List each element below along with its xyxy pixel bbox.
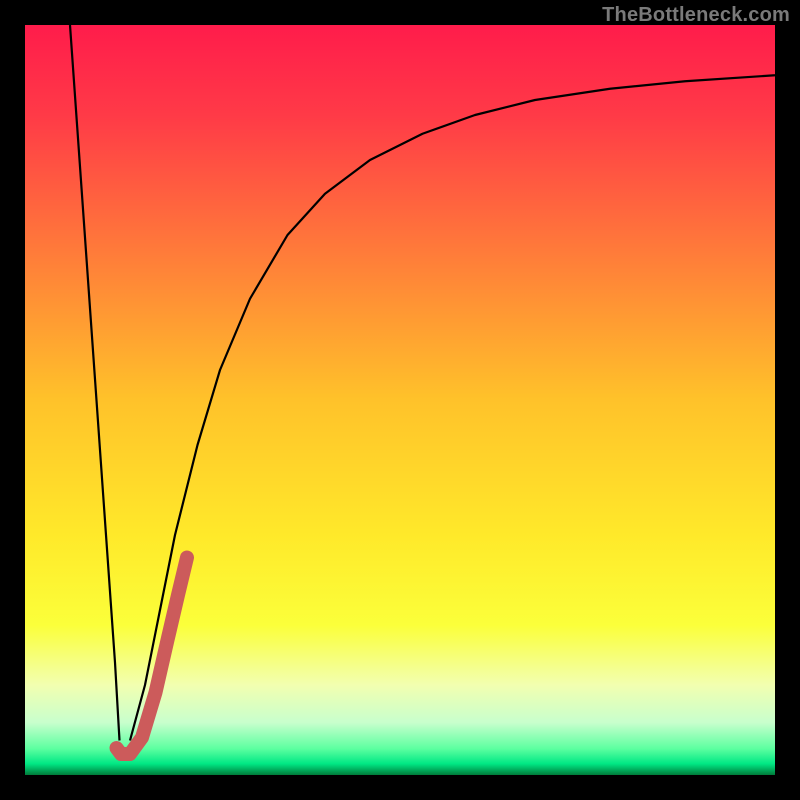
series-left-descent: [70, 25, 120, 741]
attribution-text: TheBottleneck.com: [602, 4, 790, 27]
chart-frame: TheBottleneck.com: [0, 0, 800, 800]
curve-layer: [25, 25, 775, 775]
plot-area: [25, 25, 775, 775]
series-right-ascent: [130, 75, 775, 740]
